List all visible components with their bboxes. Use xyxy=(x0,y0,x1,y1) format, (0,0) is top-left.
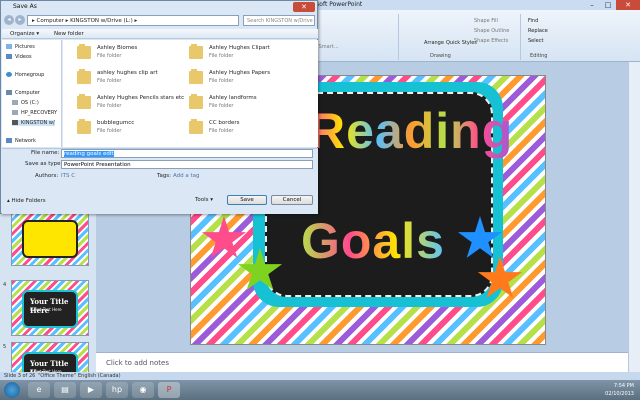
folder-icon xyxy=(77,69,91,84)
file-name-label: File name: xyxy=(31,150,60,156)
save-button[interactable]: Save xyxy=(227,195,267,205)
file-list: Ashley Biomes File folder Ashley Hughes C… xyxy=(63,40,318,147)
search-input[interactable]: Search KINGSTON w/Drive (L:) xyxy=(243,15,315,26)
slide-counter: Slide 3 of 26 xyxy=(4,373,36,379)
powerpoint-taskbar-icon[interactable]: P xyxy=(158,382,180,398)
ribbon: to Smart... Arrange Quick Styles Shape F… xyxy=(310,10,640,62)
language-indicator[interactable]: English (Canada) xyxy=(78,373,121,379)
internet-explorer-icon[interactable]: e xyxy=(28,382,50,398)
theme-name: "Office Theme" xyxy=(38,373,77,379)
file-explorer-icon[interactable]: ▤ xyxy=(54,382,76,398)
slide-thumbnail-4[interactable]: Your Title Here Insert Text Here xyxy=(11,280,89,336)
folder-icon xyxy=(189,119,203,134)
nav-item-kingston[interactable]: KINGSTON w/ xyxy=(12,120,55,126)
file-name-value: reading goals edit xyxy=(64,151,114,157)
drawing-group-label: Drawing xyxy=(430,53,451,59)
folder-icon xyxy=(77,94,91,109)
slide-thumbnails-pane: 4 Your Title Here Insert Text Here 5 Your… xyxy=(0,210,96,398)
status-bar: Slide 3 of 26 "Office Theme" English (Ca… xyxy=(0,372,640,380)
tags-value[interactable]: Add a tag xyxy=(173,173,200,179)
taskbar: e ▤ ▶ hp ◉ P 7:54 PM 02/10/2013 xyxy=(0,380,640,400)
nav-item-computer[interactable]: Computer xyxy=(6,90,40,96)
cancel-button[interactable]: Cancel xyxy=(271,195,313,205)
slide-number-5: 5 xyxy=(3,344,7,350)
folder-icon xyxy=(189,94,203,109)
nav-item-network[interactable]: Network xyxy=(6,138,36,144)
start-button[interactable] xyxy=(4,382,20,398)
slide-number-4: 4 xyxy=(3,282,7,288)
list-item[interactable]: CC borders File folder xyxy=(189,119,299,137)
close-button[interactable]: ✕ xyxy=(616,0,640,10)
slide-thumbnail-3[interactable] xyxy=(11,210,89,266)
notes-pane[interactable]: Click to add notes xyxy=(96,352,628,372)
new-folder-button[interactable]: New folder xyxy=(54,31,84,37)
dialog-close-button[interactable]: ✕ xyxy=(293,2,315,12)
tags-label: Tags: xyxy=(157,173,172,179)
hide-folders-button[interactable]: ▴ Hide Folders xyxy=(7,198,46,204)
pink-star-icon xyxy=(201,216,247,258)
list-item[interactable]: bubblegumcc File folder xyxy=(77,119,187,137)
list-item[interactable]: Ashley Hughes Pencils stars etc File fold… xyxy=(77,94,187,112)
nav-item-hp-recovery[interactable]: HP_RECOVERY xyxy=(12,110,57,116)
save-as-dialog: Save As ✕ ◂ ▸ ▸ Computer ▸ KINGSTON w/Dr… xyxy=(0,0,318,214)
media-player-icon[interactable]: ▶ xyxy=(80,382,102,398)
notes-placeholder: Click to add notes xyxy=(106,359,169,367)
authors-label: Authors: xyxy=(35,173,59,179)
save-as-type-value: PowerPoint Presentation xyxy=(64,162,131,168)
shape-fill-button[interactable]: Shape Fill xyxy=(474,18,498,24)
address-bar[interactable]: ▸ Computer ▸ KINGSTON w/Drive (L:) ▸ xyxy=(27,15,239,26)
list-item[interactable]: Ashley Biomes File folder xyxy=(77,44,187,62)
slide-title-line-1[interactable]: Reading xyxy=(309,102,513,160)
quick-styles-button[interactable]: Quick Styles xyxy=(446,40,477,46)
back-arrow-icon[interactable]: ◂ xyxy=(4,15,14,25)
folder-icon xyxy=(77,119,91,134)
nav-item-homegroup[interactable]: Homegroup xyxy=(6,72,44,78)
clock-time: 7:54 PM xyxy=(613,383,634,389)
select-button[interactable]: Select xyxy=(528,38,543,44)
folder-icon xyxy=(77,44,91,59)
replace-button[interactable]: Replace xyxy=(528,28,548,34)
dialog-title-bar: Save As xyxy=(1,1,317,13)
minimize-button[interactable]: – xyxy=(584,0,600,10)
vertical-scrollbar[interactable] xyxy=(628,62,640,372)
dialog-toolbar: Organize ▾ New folder xyxy=(2,29,318,39)
chrome-icon[interactable]: ◉ xyxy=(132,382,154,398)
list-item[interactable]: Ashley landforms File folder xyxy=(189,94,299,112)
nav-item-videos[interactable]: Videos xyxy=(6,54,32,60)
organize-button[interactable]: Organize ▾ xyxy=(10,31,39,37)
slide-title-text: Reading xyxy=(309,103,514,159)
navigation-pane: Pictures Videos Homegroup Computer OS (C… xyxy=(2,40,62,147)
slide-title-line-2[interactable]: Goals xyxy=(301,212,445,270)
save-as-type-select[interactable]: PowerPoint Presentation xyxy=(61,160,313,169)
thumbnail-title: Your Title Here xyxy=(30,297,69,315)
hp-icon[interactable]: hp xyxy=(106,382,128,398)
forward-arrow-icon[interactable]: ▸ xyxy=(15,15,25,25)
clock[interactable]: 7:54 PM 02/10/2013 xyxy=(605,382,634,398)
thumbnail-subtitle: Insert Text Here xyxy=(30,307,62,312)
folder-icon xyxy=(189,69,203,84)
find-button[interactable]: Find xyxy=(528,18,538,24)
nav-item-os-drive[interactable]: OS (C:) xyxy=(12,100,39,106)
list-item[interactable]: Ashley Hughes Papers File folder xyxy=(189,69,299,87)
shape-effects-button[interactable]: Shape Effects xyxy=(474,38,508,44)
nav-item-pictures[interactable]: Pictures xyxy=(6,44,35,50)
save-as-type-label: Save as type: xyxy=(25,161,63,167)
list-item[interactable]: Ashley Hughes Clipart File folder xyxy=(189,44,299,62)
hide-folders-label: Hide Folders xyxy=(11,198,46,204)
authors-value[interactable]: ITS C xyxy=(61,173,75,179)
shape-outline-button[interactable]: Shape Outline xyxy=(474,28,509,34)
list-item[interactable]: ashley hughes clip art File folder xyxy=(77,69,187,87)
folder-icon xyxy=(189,44,203,59)
slide-subtitle-text: Goals xyxy=(301,213,445,269)
dialog-title: Save As xyxy=(13,3,37,10)
clock-date: 02/10/2013 xyxy=(605,391,634,397)
maximize-button[interactable]: □ xyxy=(600,0,616,10)
window-controls: – □ ✕ xyxy=(584,0,640,10)
file-name-field[interactable]: reading goals edit xyxy=(61,149,313,158)
arrange-button[interactable]: Arrange xyxy=(424,40,444,46)
tools-button[interactable]: Tools ▾ xyxy=(195,197,213,203)
editing-group-label: Editing xyxy=(530,53,548,59)
